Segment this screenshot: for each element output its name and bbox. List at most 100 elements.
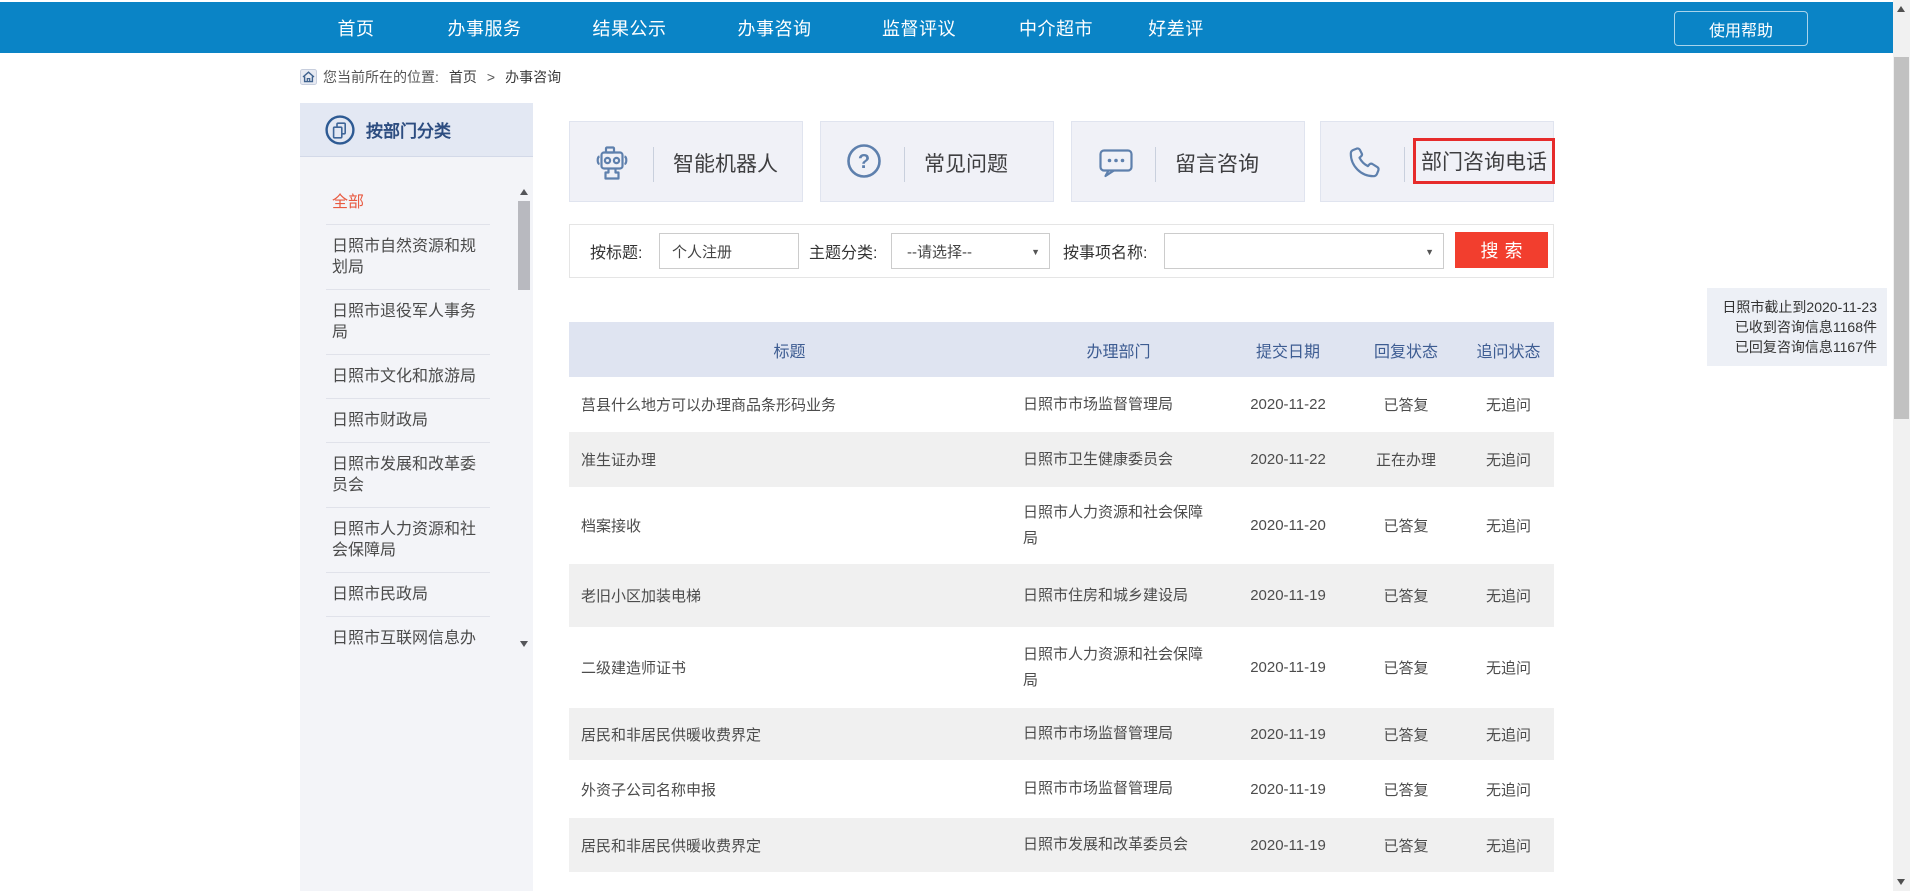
table-row: 老旧小区加装电梯日照市住房和城乡建设局2020-11-19已答复无追问	[569, 564, 1554, 627]
department-item[interactable]: 日照市人力资源和社会保障局	[326, 508, 490, 573]
nav-item[interactable]: 首页	[300, 2, 412, 53]
cell-title[interactable]: 外资子公司名称申报	[569, 760, 1010, 818]
cell-title[interactable]: 居民和非居民供暖收费界定	[569, 818, 1010, 872]
page: 首页办事服务结果公示办事咨询监督评议中介超市好差评 使用帮助 您当前所在的位置:…	[0, 0, 1910, 891]
col-followup-status: 追问状态	[1463, 322, 1554, 377]
help-button[interactable]: 使用帮助	[1674, 11, 1808, 46]
cell-followup-status: 无追问	[1463, 627, 1554, 708]
cell-followup-status: 无追问	[1463, 818, 1554, 872]
sidebar-title: 按部门分类	[366, 117, 451, 142]
department-item[interactable]: 日照市文化和旅游局	[326, 355, 490, 399]
col-reply-status: 回复状态	[1349, 322, 1463, 377]
col-department: 办理部门	[1010, 322, 1227, 377]
search-bar: 按标题: 主题分类: --请选择-- ▼ 按事项名称: ▼ 搜索	[569, 224, 1554, 278]
tab-leave-message[interactable]: 留言咨询	[1071, 121, 1305, 202]
table-row: 二级建造师证书日照市人力资源和社会保障局2020-11-19已答复无追问	[569, 627, 1554, 708]
cell-department: 日照市卫生健康委员会	[1010, 432, 1227, 487]
consultation-table: 标题 办理部门 提交日期 回复状态 追问状态 莒县什么地方可以办理商品条形码业务…	[569, 322, 1554, 872]
search-category-value: --请选择--	[907, 241, 972, 262]
cell-followup-status: 无追问	[1463, 708, 1554, 760]
department-item[interactable]: 日照市自然资源和规划局	[326, 225, 490, 290]
question-icon: ?	[846, 143, 882, 179]
tab-label: 常见问题	[924, 122, 1008, 203]
cell-followup-status: 无追问	[1463, 432, 1554, 487]
cell-reply-status: 已答复	[1349, 377, 1463, 432]
dropdown-caret-icon: ▼	[1425, 247, 1434, 257]
sidebar-scrollbar-thumb[interactable]	[518, 201, 530, 290]
breadcrumb: 您当前所在的位置: 首页 > 办事咨询	[300, 68, 561, 86]
nav-item[interactable]: 好差评	[1121, 2, 1231, 53]
category-icon	[325, 115, 355, 145]
cell-title[interactable]: 居民和非居民供暖收费界定	[569, 708, 1010, 760]
department-item-label: 日照市民政局	[332, 584, 490, 605]
department-item[interactable]: 日照市财政局	[326, 399, 490, 443]
dropdown-caret-icon: ▼	[1031, 247, 1040, 257]
nav-item-label: 中介超市	[1019, 15, 1093, 41]
col-date: 提交日期	[1227, 322, 1349, 377]
nav-item[interactable]: 结果公示	[557, 2, 702, 53]
message-icon	[1097, 143, 1135, 181]
stats-line-date: 日照市截止到2020-11-23	[1707, 297, 1877, 317]
cell-title[interactable]: 老旧小区加装电梯	[569, 564, 1010, 627]
cell-date: 2020-11-22	[1227, 432, 1349, 487]
nav-item[interactable]: 中介超市	[991, 2, 1121, 53]
table-row: 居民和非居民供暖收费界定日照市市场监督管理局2020-11-19已答复无追问	[569, 708, 1554, 760]
table-row: 莒县什么地方可以办理商品条形码业务日照市市场监督管理局2020-11-22已答复…	[569, 377, 1554, 432]
sidebar-department-panel: 按部门分类 全部日照市自然资源和规划局日照市退役军人事务局日照市文化和旅游局日照…	[300, 103, 533, 891]
breadcrumb-current-link[interactable]: 办事咨询	[505, 67, 561, 87]
cell-reply-status: 已答复	[1349, 627, 1463, 708]
scrollbar-thumb[interactable]	[1894, 57, 1909, 419]
nav-item-label: 好差评	[1148, 15, 1204, 41]
search-category-select[interactable]: --请选择-- ▼	[891, 233, 1050, 269]
stats-line-received: 已收到咨询信息1168件	[1707, 317, 1877, 337]
sidebar-header: 按部门分类	[300, 103, 533, 157]
nav-item[interactable]: 监督评议	[847, 2, 991, 53]
search-button[interactable]: 搜索	[1455, 232, 1548, 268]
tab-divider	[1155, 147, 1156, 182]
department-item[interactable]: 日照市退役军人事务局	[326, 290, 490, 355]
sidebar-scroll-down-arrow[interactable]	[520, 641, 528, 647]
department-item[interactable]: 日照市发展和改革委员会	[326, 443, 490, 508]
department-item[interactable]: 全部	[326, 181, 490, 225]
tab-divider	[904, 147, 905, 182]
cell-reply-status: 已答复	[1349, 760, 1463, 818]
scrollbar-down-arrow-icon[interactable]	[1897, 879, 1905, 885]
nav-item[interactable]: 办事服务	[412, 2, 557, 53]
cell-title[interactable]: 莒县什么地方可以办理商品条形码业务	[569, 377, 1010, 432]
table-row: 档案接收日照市人力资源和社会保障局2020-11-20已答复无追问	[569, 487, 1554, 564]
cell-department: 日照市人力资源和社会保障局	[1010, 487, 1227, 564]
tab-smart-robot[interactable]: 智能机器人	[569, 121, 803, 202]
cell-title[interactable]: 准生证办理	[569, 432, 1010, 487]
tab-label: 智能机器人	[673, 122, 778, 203]
nav-item-label: 结果公示	[593, 15, 667, 41]
breadcrumb-home-link[interactable]: 首页	[449, 67, 477, 87]
scrollbar-up-arrow-icon[interactable]	[1897, 6, 1905, 12]
tab-department-phone[interactable]: 部门咨询电话	[1320, 121, 1554, 202]
cell-followup-status: 无追问	[1463, 564, 1554, 627]
department-item-label: 日照市人力资源和社会保障局	[332, 519, 490, 561]
cell-date: 2020-11-19	[1227, 564, 1349, 627]
department-item[interactable]: 日照市民政局	[326, 573, 490, 617]
search-title-input[interactable]	[659, 233, 799, 269]
cell-date: 2020-11-20	[1227, 487, 1349, 564]
sidebar-scroll-up-arrow[interactable]	[520, 189, 528, 195]
department-item[interactable]: 日照市互联网信息办	[326, 617, 490, 660]
department-item-label: 日照市财政局	[332, 410, 490, 431]
nav-item-label: 监督评议	[882, 15, 956, 41]
cell-title[interactable]: 档案接收	[569, 487, 1010, 564]
search-item-select[interactable]: ▼	[1164, 233, 1444, 269]
cell-title[interactable]: 二级建造师证书	[569, 627, 1010, 708]
search-title-label: 按标题:	[590, 225, 642, 277]
nav-item[interactable]: 办事咨询	[702, 2, 847, 53]
cell-reply-status: 已答复	[1349, 818, 1463, 872]
home-icon	[300, 69, 317, 85]
tab-divider	[1404, 147, 1405, 182]
cell-reply-status: 已答复	[1349, 708, 1463, 760]
cell-department: 日照市市场监督管理局	[1010, 377, 1227, 432]
cell-date: 2020-11-19	[1227, 708, 1349, 760]
page-scrollbar[interactable]	[1893, 0, 1910, 891]
department-item-label: 全部	[332, 192, 490, 213]
table-header: 标题 办理部门 提交日期 回复状态 追问状态	[569, 322, 1554, 377]
robot-icon	[595, 143, 635, 183]
tab-faq[interactable]: ? 常见问题	[820, 121, 1054, 202]
